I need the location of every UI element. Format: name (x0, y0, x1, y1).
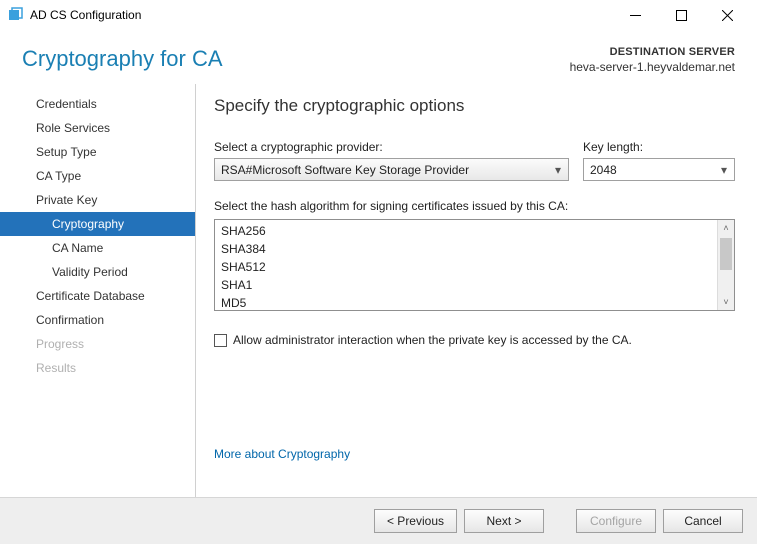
scroll-thumb[interactable] (720, 238, 732, 270)
sidebar-item-validity-period[interactable]: Validity Period (0, 260, 195, 284)
cancel-button[interactable]: Cancel (663, 509, 743, 533)
wizard-footer: < Previous Next > Configure Cancel (0, 497, 757, 544)
sidebar-item-cryptography[interactable]: Cryptography (0, 212, 195, 236)
sidebar-item-confirmation[interactable]: Confirmation (0, 308, 195, 332)
sidebar-item-results: Results (0, 356, 195, 380)
provider-value: RSA#Microsoft Software Key Storage Provi… (221, 163, 552, 177)
provider-dropdown[interactable]: RSA#Microsoft Software Key Storage Provi… (214, 158, 569, 181)
title-bar: AD CS Configuration (0, 0, 757, 30)
hash-label: Select the hash algorithm for signing ce… (214, 199, 735, 213)
keylength-dropdown[interactable]: 2048 ▾ (583, 158, 735, 181)
hash-option[interactable]: SHA512 (215, 258, 734, 276)
page-title: Cryptography for CA (22, 46, 223, 72)
sidebar-item-progress: Progress (0, 332, 195, 356)
content-heading: Specify the cryptographic options (214, 96, 735, 116)
sidebar-item-credentials[interactable]: Credentials (0, 92, 195, 116)
sidebar-item-role-services[interactable]: Role Services (0, 116, 195, 140)
sidebar-item-certificate-database[interactable]: Certificate Database (0, 284, 195, 308)
listbox-scrollbar[interactable]: ˄ ˅ (717, 220, 734, 310)
destination-value: heva-server-1.heyvaldemar.net (570, 60, 735, 74)
maximize-button[interactable] (659, 1, 703, 29)
configure-button: Configure (576, 509, 656, 533)
sidebar-item-private-key[interactable]: Private Key (0, 188, 195, 212)
sidebar-item-setup-type[interactable]: Setup Type (0, 140, 195, 164)
chevron-down-icon: ▾ (552, 163, 564, 177)
previous-button[interactable]: < Previous (374, 509, 457, 533)
allow-admin-checkbox[interactable] (214, 334, 227, 347)
chevron-down-icon: ▾ (718, 163, 730, 177)
next-button[interactable]: Next > (464, 509, 544, 533)
window-title: AD CS Configuration (30, 8, 141, 22)
hash-option[interactable]: SHA1 (215, 276, 734, 294)
wizard-sidebar: Credentials Role Services Setup Type CA … (0, 84, 196, 497)
keylength-value: 2048 (590, 163, 718, 177)
content-area: Specify the cryptographic options Select… (196, 84, 757, 497)
close-button[interactable] (705, 1, 749, 29)
sidebar-item-ca-type[interactable]: CA Type (0, 164, 195, 188)
scroll-up-icon[interactable]: ˄ (718, 220, 734, 236)
scroll-down-icon[interactable]: ˅ (718, 294, 734, 310)
hash-option[interactable]: SHA384 (215, 240, 734, 258)
sidebar-item-ca-name[interactable]: CA Name (0, 236, 195, 260)
allow-admin-label: Allow administrator interaction when the… (233, 333, 632, 347)
hash-listbox[interactable]: SHA256 SHA384 SHA512 SHA1 MD5 (214, 219, 735, 311)
app-icon (8, 7, 24, 23)
more-about-link[interactable]: More about Cryptography (214, 447, 350, 461)
destination-block: DESTINATION SERVER heva-server-1.heyvald… (570, 46, 735, 74)
keylength-label: Key length: (583, 140, 735, 154)
hash-option[interactable]: SHA256 (215, 222, 734, 240)
wizard-header: Cryptography for CA DESTINATION SERVER h… (0, 30, 757, 84)
provider-label: Select a cryptographic provider: (214, 140, 569, 154)
minimize-button[interactable] (613, 1, 657, 29)
hash-option[interactable]: MD5 (215, 294, 734, 311)
destination-label: DESTINATION SERVER (570, 46, 735, 58)
